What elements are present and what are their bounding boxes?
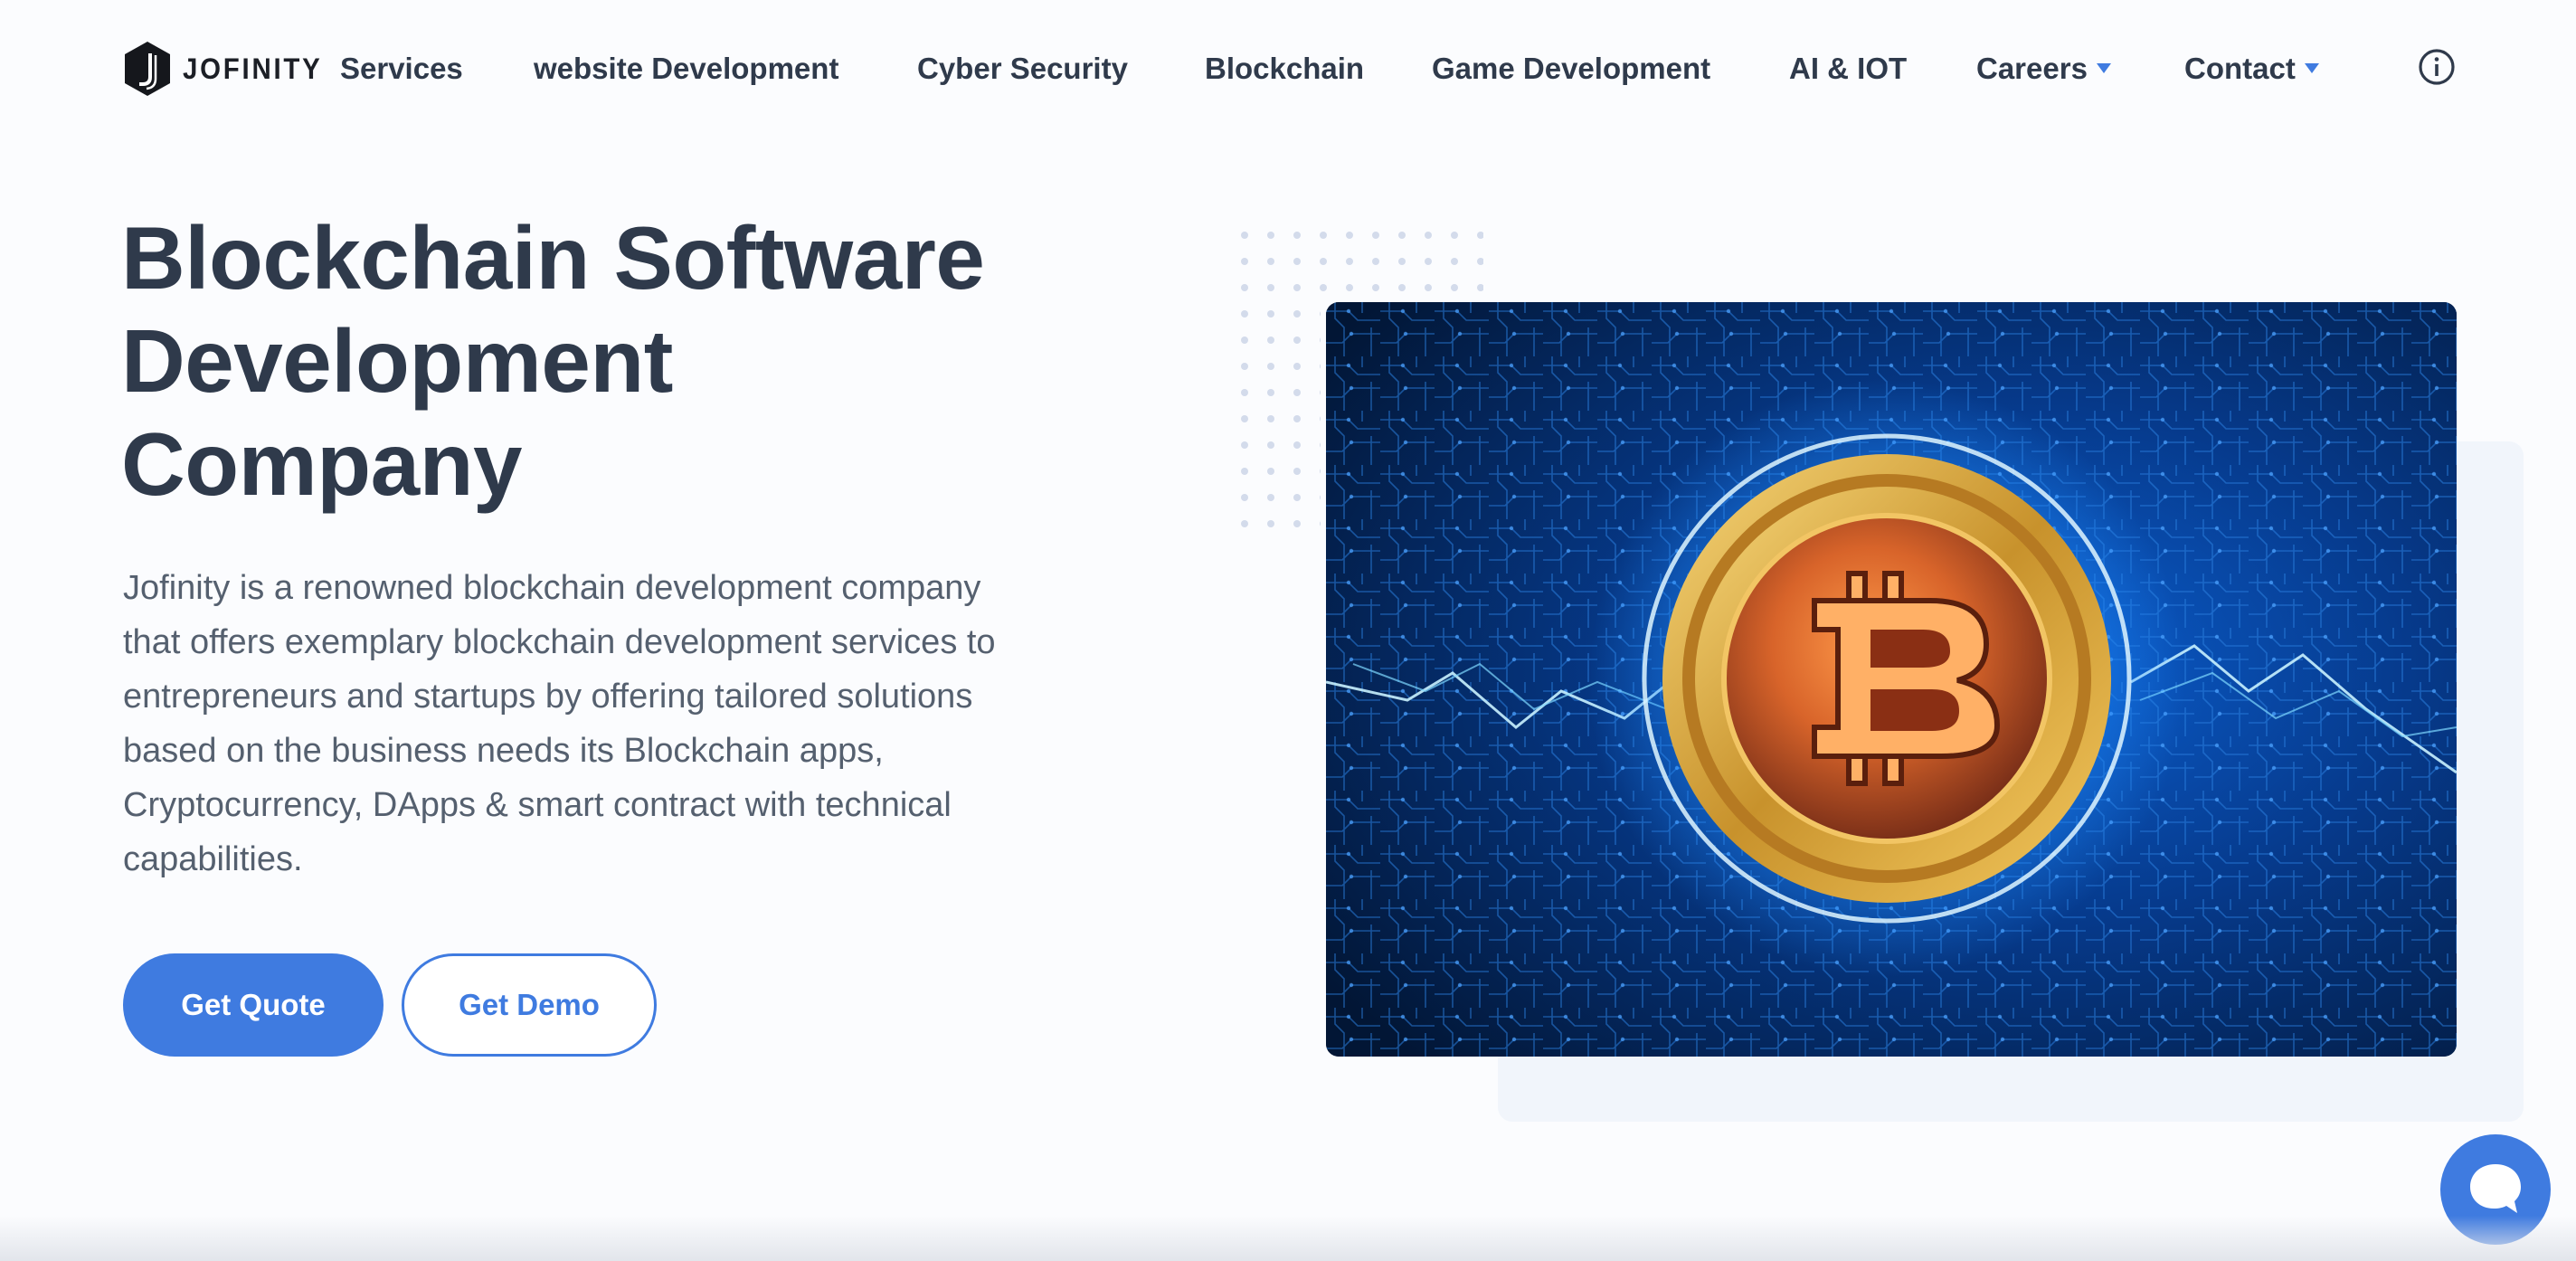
get-demo-button[interactable]: Get Demo <box>402 953 657 1057</box>
nav-item-label: Careers <box>1976 52 2088 85</box>
nav-item-services[interactable]: Services <box>340 45 463 92</box>
nav-item-label: AI & IOT <box>1789 52 1908 85</box>
bitcoin-circuit-illustration <box>1326 302 2457 1057</box>
brand-name: JOFINITY <box>183 52 323 85</box>
top-navigation: JOFINITY Services website Development Cy… <box>0 0 2576 136</box>
nav-item-label: Cyber Security <box>917 52 1128 85</box>
jofinity-logo-icon <box>125 42 170 96</box>
nav-item-website-development[interactable]: website Development <box>534 45 838 92</box>
hero-title: Blockchain Software Development Company <box>121 206 1116 516</box>
nav-item-label: Services <box>340 52 463 85</box>
nav-item-label: Game Development <box>1432 52 1711 85</box>
caret-down-icon <box>2304 62 2319 73</box>
nav-item-label: Contact <box>2184 52 2296 85</box>
nav-item-label: Blockchain <box>1205 52 1365 85</box>
chat-bubble-icon <box>2470 1164 2521 1213</box>
get-quote-button[interactable]: Get Quote <box>123 953 384 1057</box>
nav-item-blockchain[interactable]: Blockchain <box>1205 45 1364 92</box>
nav-item-contact[interactable]: Contact <box>2184 45 2319 92</box>
brand-logo[interactable]: JOFINITY <box>123 40 335 98</box>
section-divider-shadow <box>0 1216 2576 1261</box>
info-circle-icon[interactable] <box>2417 47 2457 87</box>
hero-title-line: Company <box>121 414 523 514</box>
nav-item-careers[interactable]: Careers <box>1976 45 2111 92</box>
nav-item-ai-iot[interactable]: AI & IOT <box>1789 45 1907 92</box>
hero-title-line: Blockchain Software <box>121 208 985 308</box>
hero-title-line: Development <box>121 311 673 411</box>
nav-item-label: website Development <box>534 52 839 85</box>
page: JOFINITY Services website Development Cy… <box>0 0 2576 1261</box>
hero-description: Jofinity is a renowned blockchain develo… <box>123 569 996 878</box>
hero-image-bitcoin <box>1326 302 2457 1057</box>
nav-item-cyber-security[interactable]: Cyber Security <box>917 45 1128 92</box>
caret-down-icon <box>2096 62 2111 73</box>
nav-item-game-development[interactable]: Game Development <box>1432 45 1710 92</box>
